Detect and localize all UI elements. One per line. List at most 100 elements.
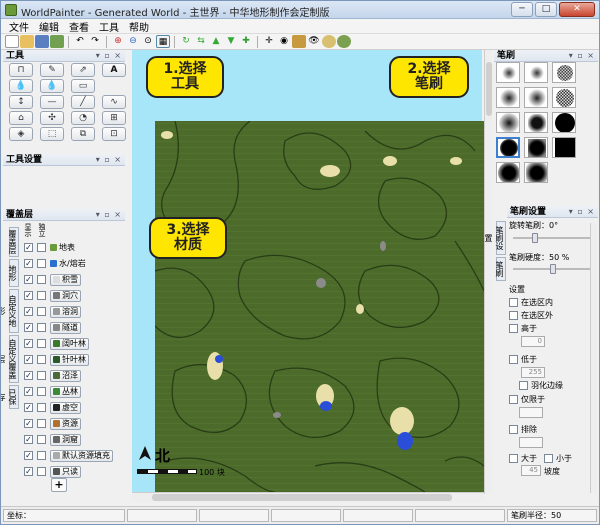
view-icon[interactable]: 👁 <box>307 35 321 48</box>
less-option[interactable]: 小于 <box>544 453 572 464</box>
map-horizontal-scrollbar[interactable] <box>132 492 484 502</box>
select-tool-button[interactable]: ⬚ <box>40 127 64 141</box>
only-on-dropdown[interactable] <box>519 407 543 418</box>
minimize-button[interactable]: ─ <box>511 2 533 17</box>
slope-value-spinner[interactable]: 45 <box>521 465 541 476</box>
layer-solo-checkbox[interactable] <box>37 371 46 380</box>
grid-icon[interactable]: ▦ <box>156 35 170 48</box>
layer-solo-checkbox[interactable] <box>37 355 46 364</box>
export-icon[interactable] <box>50 35 64 48</box>
layer-visible-checkbox[interactable]: ✓ <box>24 419 33 428</box>
water-tool-button[interactable]: 💧 <box>9 79 33 93</box>
above-value-spinner[interactable]: 0 <box>521 336 545 347</box>
brush-round-large[interactable] <box>496 112 520 133</box>
tab-brushes[interactable]: 笔刷 <box>495 257 506 281</box>
layer-visible-checkbox[interactable]: ✓ <box>24 403 33 412</box>
layer-solo-checkbox[interactable] <box>37 467 46 476</box>
flatten-tool-button[interactable]: — <box>40 95 64 109</box>
new-world-icon[interactable] <box>5 35 19 48</box>
layer-item-14[interactable]: 只读 <box>50 465 81 478</box>
image-icon[interactable] <box>292 35 306 48</box>
menu-tools[interactable]: 工具 <box>99 19 119 34</box>
layer-item-5[interactable]: 隧道 <box>50 321 81 334</box>
move-up-icon[interactable]: ▲ <box>209 35 223 48</box>
layer-visible-checkbox[interactable]: ✓ <box>24 275 33 284</box>
layer-solo-checkbox[interactable] <box>37 243 46 252</box>
tab-terrain[interactable]: 地形 <box>8 259 19 287</box>
panel-controls-icon[interactable]: ▾ ▫ × <box>96 50 122 62</box>
layer-item-3[interactable]: 洞穴 <box>50 289 81 302</box>
menu-view[interactable]: 查看 <box>69 19 89 34</box>
hardness-slider[interactable] <box>513 264 593 274</box>
layer-visible-checkbox[interactable]: ✓ <box>24 339 33 348</box>
menu-help[interactable]: 帮助 <box>129 19 149 34</box>
menu-edit[interactable]: 编辑 <box>39 19 59 34</box>
panel-controls-icon[interactable]: ▾ ▫ × <box>569 206 595 218</box>
layer-solo-checkbox[interactable] <box>37 323 46 332</box>
layer-visible-checkbox[interactable]: ✓ <box>24 355 33 364</box>
brush-soft-round-medium[interactable] <box>496 87 520 108</box>
layer-solo-checkbox[interactable] <box>37 275 46 284</box>
greater-option[interactable]: 大于 <box>509 453 537 464</box>
layer-item-8[interactable]: 沼泽 <box>50 369 81 382</box>
globe-icon[interactable] <box>322 35 336 48</box>
layer-solo-checkbox[interactable] <box>37 307 46 316</box>
brush-square-large[interactable] <box>524 112 548 133</box>
open-folder-icon[interactable] <box>20 35 34 48</box>
panel-controls-icon[interactable]: ▾ ▫ × <box>569 50 595 62</box>
layer-visible-checkbox[interactable]: ✓ <box>24 291 33 300</box>
layer-solo-checkbox[interactable] <box>37 403 46 412</box>
only-on-option[interactable]: 仅限于 <box>509 394 545 405</box>
maximize-button[interactable]: □ <box>535 2 557 17</box>
brush-soft-round-xl[interactable] <box>496 162 520 183</box>
above-option[interactable]: 高于 <box>509 323 537 334</box>
brush-noise-small[interactable] <box>552 62 576 83</box>
pencil-tool-button[interactable]: ✎ <box>40 63 64 77</box>
close-button[interactable]: ✕ <box>559 2 595 17</box>
layer-visible-checkbox[interactable]: ✓ <box>24 387 33 396</box>
tab-brush-settings[interactable]: 笔刷设置 <box>484 221 506 255</box>
shift-icon[interactable]: ⇆ <box>194 35 208 48</box>
rotation-slider[interactable] <box>513 233 593 243</box>
copy-tool-button[interactable]: ⧉ <box>71 127 95 141</box>
cross-icon[interactable]: ✚ <box>239 35 253 48</box>
layer-item-1[interactable]: 水/熔岩 <box>50 258 86 269</box>
slope-tool-button[interactable]: ╱ <box>71 95 95 109</box>
tab-custom-terrain[interactable]: 自定义地形 <box>1 289 19 333</box>
layer-item-9[interactable]: 丛林 <box>50 385 81 398</box>
layer-item-10[interactable]: 虚空 <box>50 401 81 414</box>
below-option[interactable]: 低于 <box>509 354 537 365</box>
height-tool-button[interactable]: ⊓ <box>9 63 33 77</box>
layer-item-12[interactable]: 洞窟 <box>50 433 81 446</box>
lava-tool-button[interactable]: 💧 <box>40 79 64 93</box>
brush-selected-round[interactable] <box>496 137 520 158</box>
rotate-tool-button[interactable]: ◔ <box>71 111 95 125</box>
exclude-dropdown[interactable] <box>519 437 543 448</box>
tab-saved[interactable]: 已保存 <box>1 385 19 409</box>
brush-soft-square-medium[interactable] <box>524 87 548 108</box>
panel-controls-icon[interactable]: ▾ ▫ × <box>96 154 122 166</box>
exclude-option[interactable]: 排除 <box>509 424 537 435</box>
layer-visible-checkbox[interactable]: ✓ <box>24 467 33 476</box>
map-vertical-scrollbar[interactable] <box>484 50 492 494</box>
layer-solo-checkbox[interactable] <box>37 291 46 300</box>
brush-soft-round-small[interactable] <box>496 62 520 83</box>
map-canvas[interactable] <box>155 121 484 492</box>
out-selection-option[interactable]: 在选区外 <box>509 310 553 321</box>
brush-noise-medium[interactable] <box>552 87 576 108</box>
layer-item-4[interactable]: 溶洞 <box>50 305 81 318</box>
paste-tool-button[interactable]: ⊡ <box>102 127 126 141</box>
layer-item-2[interactable]: 积雪 <box>50 273 81 286</box>
layer-solo-checkbox[interactable] <box>37 419 46 428</box>
flood-tool-button[interactable]: ⇗ <box>71 63 95 77</box>
in-selection-option[interactable]: 在选区内 <box>509 297 553 308</box>
layer-solo-checkbox[interactable] <box>37 339 46 348</box>
raise-tool-button[interactable]: ↕ <box>9 95 33 109</box>
layer-item-0[interactable]: 地表 <box>50 242 75 253</box>
layer-visible-checkbox[interactable]: ✓ <box>24 243 33 252</box>
tab-layers[interactable]: 覆盖层 <box>8 227 19 257</box>
noise-tool-button[interactable]: ⊞ <box>102 111 126 125</box>
zoom-out-icon[interactable]: ⊖ <box>126 35 140 48</box>
brush-hard-square[interactable] <box>552 137 576 158</box>
zoom-reset-icon[interactable]: ⊙ <box>141 35 155 48</box>
